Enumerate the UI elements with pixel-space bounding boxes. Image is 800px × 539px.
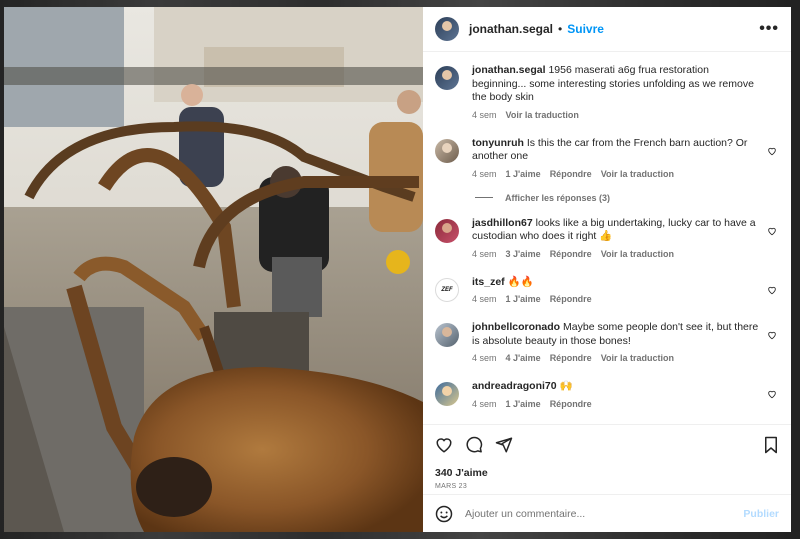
- caption-username[interactable]: jonathan.segal: [472, 64, 546, 76]
- follow-button[interactable]: Suivre: [567, 22, 604, 36]
- workshop-car-photo: [4, 7, 423, 532]
- view-replies-label: Afficher les réponses (3): [505, 192, 611, 203]
- like-icon[interactable]: [435, 436, 453, 454]
- post-header: jonathan.segal • Suivre •••: [423, 7, 791, 52]
- reply-button[interactable]: Répondre: [550, 399, 592, 409]
- comment-likes[interactable]: 4 J'aime: [506, 353, 541, 363]
- comment-username[interactable]: andreadragoni70: [472, 380, 557, 392]
- comment-item: jasdhillon67 looks like a big undertakin…: [435, 217, 779, 259]
- post-modal: jonathan.segal • Suivre ••• jonathan.seg…: [4, 7, 791, 532]
- comment-item: ZEF its_zef 🔥🔥 4 sem 1 J'aime Répondre: [435, 275, 779, 304]
- post-panel: jonathan.segal • Suivre ••• jonathan.seg…: [423, 7, 791, 532]
- commenter-avatar[interactable]: [435, 218, 459, 243]
- likes-count[interactable]: 340 J'aime: [435, 467, 779, 479]
- save-icon[interactable]: [763, 436, 779, 454]
- heart-icon[interactable]: [767, 389, 777, 399]
- post-date[interactable]: MARS 23: [435, 483, 779, 490]
- see-translation-link[interactable]: Voir la traduction: [601, 249, 674, 259]
- comment-icon[interactable]: [465, 436, 483, 454]
- commenter-avatar[interactable]: ZEF: [435, 277, 459, 302]
- emoji-icon[interactable]: [435, 505, 453, 523]
- comment-text: 🙌: [559, 380, 573, 392]
- heart-icon[interactable]: [767, 330, 777, 340]
- comment-username[interactable]: tonyunruh: [472, 137, 524, 149]
- comment-input[interactable]: [465, 507, 744, 520]
- zef-logo: ZEF: [441, 286, 453, 293]
- caption: jonathan.segal 1956 maserati a6g frua re…: [435, 64, 779, 120]
- see-translation-link[interactable]: Voir la traduction: [601, 353, 674, 363]
- comment-likes[interactable]: 1 J'aime: [506, 294, 541, 304]
- view-replies-button[interactable]: Afficher les réponses (3): [475, 193, 779, 203]
- author-avatar[interactable]: [435, 66, 459, 90]
- reply-button[interactable]: Répondre: [550, 294, 592, 304]
- heart-icon[interactable]: [767, 146, 777, 156]
- author-avatar[interactable]: [435, 17, 459, 41]
- comment-username[interactable]: johnbellcoronado: [472, 321, 560, 333]
- comment-username[interactable]: jasdhillon67: [472, 217, 533, 229]
- more-icon[interactable]: •••: [759, 20, 779, 38]
- add-comment-bar: Publier: [423, 494, 791, 532]
- see-translation-link[interactable]: Voir la traduction: [506, 110, 579, 120]
- comment-likes[interactable]: 1 J'aime: [506, 399, 541, 409]
- share-icon[interactable]: [495, 436, 513, 454]
- heart-icon[interactable]: [767, 226, 777, 236]
- commenter-avatar[interactable]: [435, 323, 459, 347]
- commenter-avatar[interactable]: [435, 382, 459, 406]
- see-translation-link[interactable]: Voir la traduction: [601, 169, 674, 179]
- comment-likes[interactable]: 1 J'aime: [506, 169, 541, 179]
- comment-item: tonyunruh Is this the car from the Frenc…: [435, 137, 779, 179]
- heart-icon[interactable]: [767, 285, 777, 295]
- comment-time[interactable]: 4 sem: [472, 294, 497, 304]
- comment-item: andreadragoni70 🙌 4 sem 1 J'aime Répondr…: [435, 380, 779, 409]
- comment-username[interactable]: its_zef: [472, 276, 505, 288]
- caption-time[interactable]: 4 sem: [472, 110, 497, 120]
- comment-time[interactable]: 4 sem: [472, 169, 497, 179]
- reply-button[interactable]: Répondre: [550, 169, 592, 179]
- comments-list[interactable]: jonathan.segal 1956 maserati a6g frua re…: [423, 52, 791, 424]
- separator-dot: •: [558, 22, 563, 36]
- comment-item: johnbellcoronado Maybe some people don't…: [435, 321, 779, 363]
- post-image[interactable]: [4, 7, 423, 532]
- publish-button[interactable]: Publier: [743, 508, 779, 520]
- comment-likes[interactable]: 3 J'aime: [506, 249, 541, 259]
- comment-time[interactable]: 4 sem: [472, 353, 497, 363]
- reply-button[interactable]: Répondre: [550, 249, 592, 259]
- commenter-avatar[interactable]: [435, 138, 459, 163]
- comment-time[interactable]: 4 sem: [472, 399, 497, 409]
- replies-line: [475, 197, 493, 198]
- comment-text: 🔥🔥: [507, 275, 534, 288]
- comment-time[interactable]: 4 sem: [472, 249, 497, 259]
- author-username[interactable]: jonathan.segal: [469, 22, 553, 36]
- reply-button[interactable]: Répondre: [550, 353, 592, 363]
